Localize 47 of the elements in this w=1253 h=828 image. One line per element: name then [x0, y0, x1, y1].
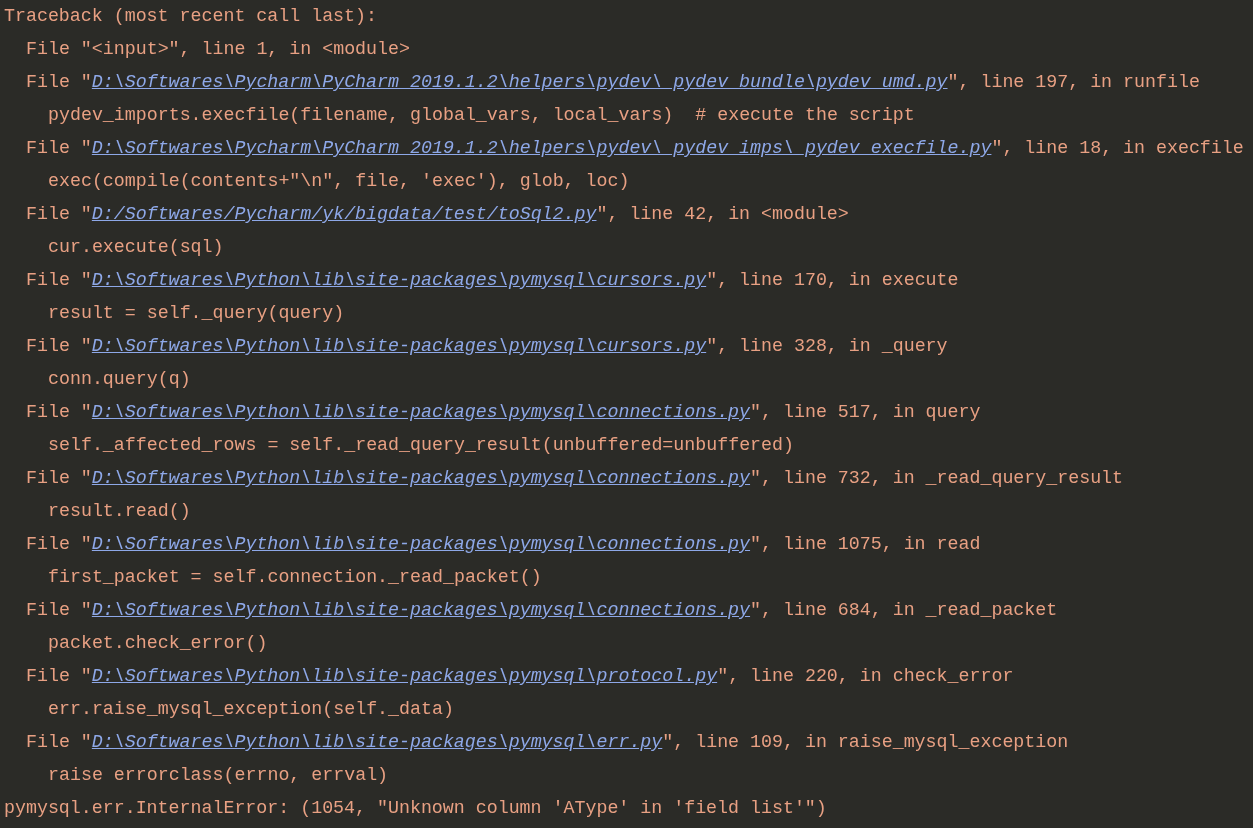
frame-location: ", line 517, in query — [750, 402, 981, 422]
frame-location: ", line 1075, in read — [750, 534, 981, 554]
frame-label: File " — [26, 468, 92, 488]
frame-label: File " — [26, 72, 92, 92]
frame-location: ", line 220, in check_error — [717, 666, 1014, 686]
frame-location: ", line 42, in <module> — [596, 204, 849, 224]
frame-location: ", line 197, in runfile — [947, 72, 1200, 92]
frame-location: ", line 170, in execute — [706, 270, 959, 290]
frame-label: File " — [26, 402, 92, 422]
file-link[interactable]: D:\Softwares\Python\lib\site-packages\pymysql\connections.py — [91, 402, 751, 422]
source-line: exec(compile(contents+"\n", file, 'exec'), glob, loc) — [48, 170, 630, 193]
frame-location: ", line 18, in execfile — [991, 138, 1244, 158]
source-line: result.read() — [48, 500, 191, 523]
frame-location: ", line 328, in _query — [706, 336, 948, 356]
source-line: conn.query(q) — [48, 368, 191, 391]
source-line: pydev_imports.execfile(filename, global_vars, local_vars) # execute the script — [48, 104, 915, 127]
traceback-frame: File "<input>", line 1, in <module> — [26, 33, 410, 66]
frame-label: File " — [26, 600, 92, 620]
file-link[interactable]: D:/Softwares/Pycharm/yk/bigdata/test/toSql2.py — [91, 204, 597, 224]
file-link[interactable]: D:\Softwares\Python\lib\site-packages\pymysql\connections.py — [91, 600, 751, 620]
file-link[interactable]: D:\Softwares\Pycharm\PyCharm 2019.1.2\helpers\pydev\_pydev_imps\_pydev_execfile.py — [91, 138, 992, 158]
frame-label: File " — [26, 270, 92, 290]
file-link[interactable]: D:\Softwares\Python\lib\site-packages\pymysql\cursors.py — [91, 270, 707, 290]
source-line: err.raise_mysql_exception(self._data) — [48, 698, 454, 721]
source-line: self._affected_rows = self._read_query_result(unbuffered=unbuffered) — [48, 434, 794, 457]
error-message: pymysql.err.InternalError: (1054, "Unknown column 'AType' in 'field list'") — [4, 797, 827, 820]
file-link[interactable]: D:\Softwares\Python\lib\site-packages\pymysql\connections.py — [91, 468, 751, 488]
frame-label: File " — [26, 336, 92, 356]
frame-label: File " — [26, 204, 92, 224]
frame-label: File " — [26, 732, 92, 752]
file-link[interactable]: D:\Softwares\Pycharm\PyCharm 2019.1.2\helpers\pydev\_pydev_bundle\pydev_umd.py — [91, 72, 948, 92]
source-line: raise errorclass(errno, errval) — [48, 764, 389, 787]
frame-location: ", line 109, in raise_mysql_exception — [662, 732, 1069, 752]
frame-label: File " — [26, 138, 92, 158]
frame-label: File " — [26, 666, 92, 686]
frame-label: File " — [26, 534, 92, 554]
source-line: result = self._query(query) — [48, 302, 345, 325]
source-line: first_packet = self.connection._read_packet() — [48, 566, 542, 589]
source-line: cur.execute(sql) — [48, 236, 224, 259]
file-link[interactable]: D:\Softwares\Python\lib\site-packages\pymysql\protocol.py — [91, 666, 718, 686]
file-link[interactable]: D:\Softwares\Python\lib\site-packages\pymysql\cursors.py — [91, 336, 707, 356]
frame-location: ", line 684, in _read_packet — [750, 600, 1058, 620]
file-link[interactable]: D:\Softwares\Python\lib\site-packages\pymysql\connections.py — [91, 534, 751, 554]
traceback-header: Traceback (most recent call last): — [4, 5, 377, 28]
frame-location: ", line 732, in _read_query_result — [750, 468, 1124, 488]
file-link[interactable]: D:\Softwares\Python\lib\site-packages\pymysql\err.py — [91, 732, 663, 752]
source-line: packet.check_error() — [48, 632, 268, 655]
